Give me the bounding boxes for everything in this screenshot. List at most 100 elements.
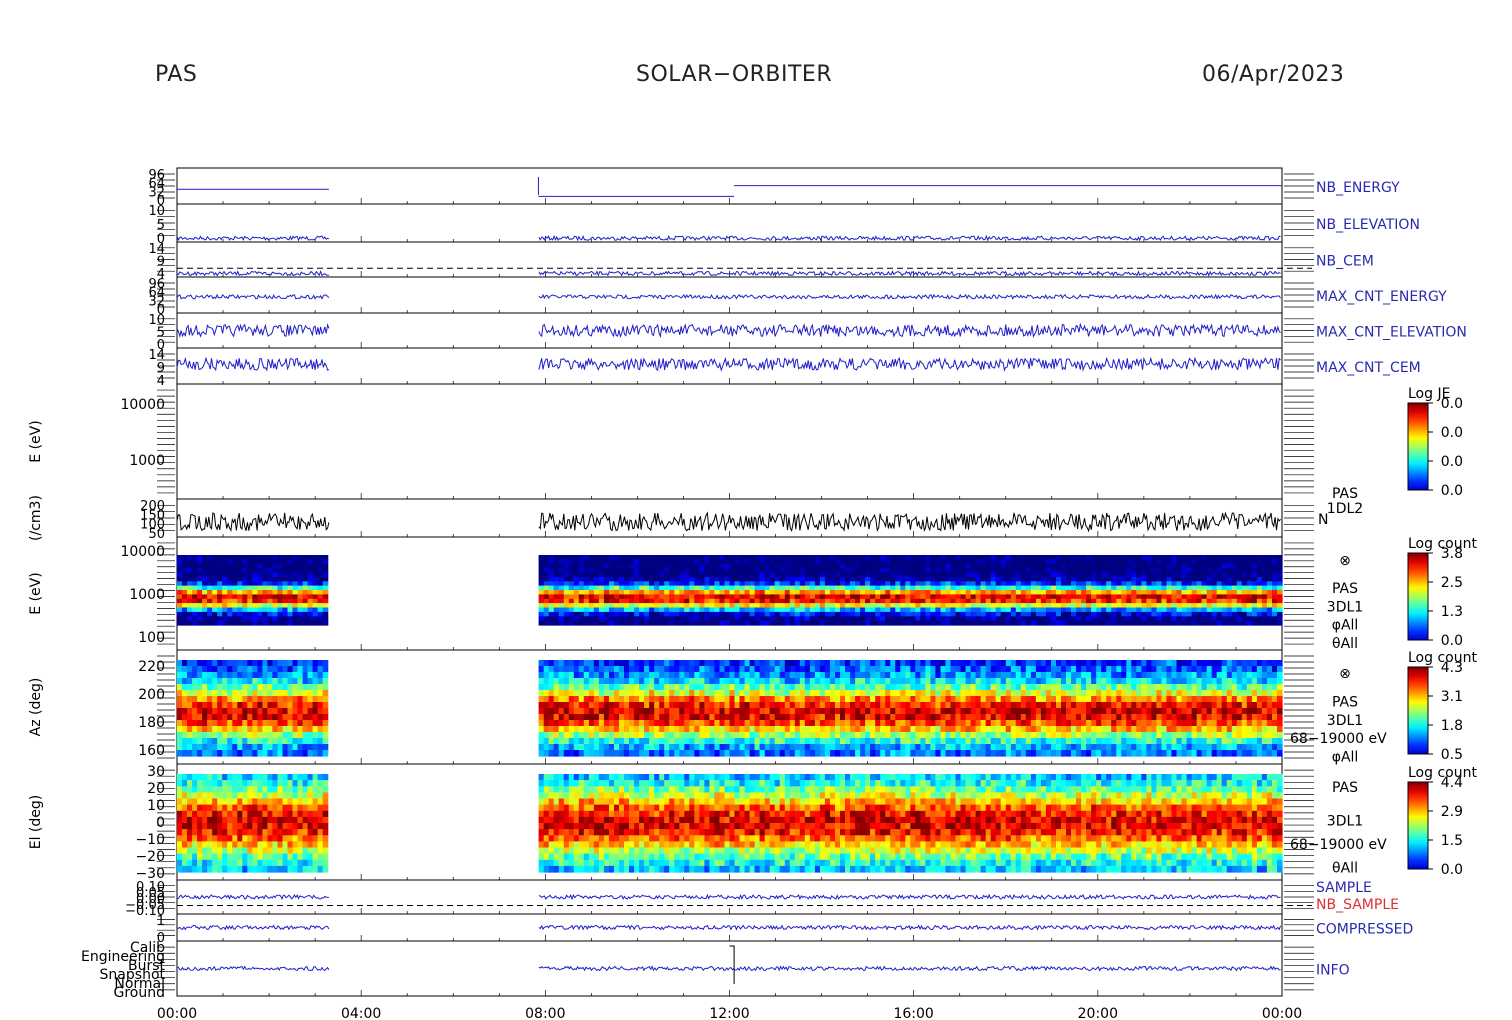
spectrogram-cell [930,594,936,600]
spectrogram-cell [794,684,801,691]
spectrogram-cell [1231,559,1238,565]
spectrogram-cell [669,607,675,613]
spectrogram-cell [699,672,705,679]
spectrogram-cell [895,572,901,578]
spectrogram-cell [573,684,580,691]
spectrogram-cell [850,678,856,685]
spectrogram-cell [1025,616,1032,622]
spectrogram-cell [1086,585,1092,591]
spectrogram-cell [252,603,258,609]
spectrogram-cell [704,720,710,727]
spectrogram-cell [187,672,193,679]
spectrogram-cell [1201,568,1208,574]
spectrogram-cell [880,678,886,685]
side-title: 1DL2 [1327,501,1363,517]
spectrogram-cell [875,696,881,703]
spectrogram-cell [538,750,545,757]
spectrogram-cell [744,690,751,697]
spectrogram-cell [769,607,776,613]
spectrogram-cell [960,603,967,609]
spectrogram-cell [714,690,720,697]
spectrogram-cell [699,726,705,733]
spectrogram-cell [654,720,660,727]
spectrogram-cell [1251,568,1258,574]
spectrogram-cell [217,696,223,703]
spectrogram-cell [182,581,188,587]
panel-frame [176,383,1283,500]
spectrogram-cell [187,750,193,757]
spectrogram-cell [684,563,690,569]
spectrogram-cell [865,611,871,617]
spectrogram-cell [272,738,278,745]
spectrogram-cell [1091,563,1097,569]
spectrogram-cell [272,598,278,604]
spectrogram-cell [1181,598,1188,604]
spectrogram-cell [277,738,284,745]
spectrogram-cell [1201,611,1208,617]
spectrogram-cell [1111,620,1117,626]
spectrogram-cell [573,585,580,591]
spectrogram-cell [875,581,881,587]
spectrogram-cell [1015,581,1022,587]
spectrogram-cell [644,726,650,733]
spectrogram-cell [558,720,565,727]
spectrogram-cell [312,572,319,578]
spectrogram-cell [910,607,916,613]
spectrogram-cell [885,696,891,703]
spectrogram-cell [865,581,871,587]
spectrogram-cell [1261,559,1268,565]
spectrogram-cell [784,750,791,757]
spectrogram-cell [292,576,299,582]
spectrogram-cell [674,555,680,560]
spectrogram-cell [659,732,665,739]
spectrogram-cell [1211,603,1218,609]
spectrogram-cell [1186,616,1193,622]
spectrogram-cell [583,660,590,667]
spectrogram-cell [880,744,886,751]
spectrogram-cell [890,563,896,569]
spectrogram-cell [197,702,203,709]
spectrogram-cell [619,598,625,604]
spectrogram-cell [257,714,263,721]
spectrogram-cell [187,732,193,739]
spectrogram-cell [558,590,565,595]
spectrogram-cell [1171,594,1178,600]
spectrogram-cell [860,576,866,582]
spectrogram-cell [262,581,268,587]
spectrogram-cell [654,598,660,604]
spectrogram-cell [734,607,741,613]
spectrogram-cell [674,603,680,609]
spectrogram-cell [875,611,881,617]
spectrogram-cell [272,708,278,715]
spectrogram-cell [915,576,921,582]
spectrogram-cell [905,603,911,609]
spectrogram-cell [1251,616,1258,622]
spectrogram-cell [1181,594,1188,600]
spectrogram-cell [583,690,590,697]
spectrogram-cell [1131,555,1137,560]
side-title: PAS [1332,486,1358,502]
spectrogram-cell [237,672,243,679]
spectrogram-cell [202,576,208,582]
spectrogram-cell [639,702,645,709]
spectrogram-cell [774,684,781,691]
spectrogram-cell [1020,594,1027,600]
spectrogram-cell [1206,594,1213,600]
spectrogram-cell [789,726,796,733]
y-axis-title: (/cm3) [28,495,44,541]
spectrogram-cell [317,594,324,600]
spectrogram-cell [312,559,319,565]
spectrogram-cell [1076,563,1082,569]
spectrogram-cell [644,585,650,591]
spectrogram-cell [759,585,766,591]
spectrogram-cell [840,572,846,578]
spectrogram-cell [995,572,1002,578]
spectrogram-cell [809,690,816,697]
spectrogram-cell [237,620,243,626]
spectrogram-cell [247,568,253,574]
spectrogram-cell [769,708,776,715]
spectrogram-cell [558,576,565,582]
spectrogram-cell [297,738,304,745]
spectrogram-cell [764,594,771,600]
spectrogram-cell [543,678,550,685]
